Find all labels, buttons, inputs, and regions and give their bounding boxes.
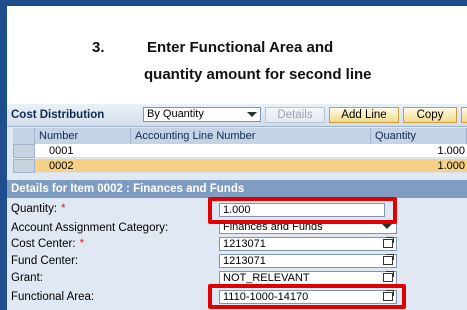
distribution-select-value: By Quantity [147, 108, 204, 120]
details-button[interactable]: Details [265, 107, 325, 123]
quantity-highlight [208, 197, 397, 224]
more-button[interactable] [461, 107, 467, 123]
instruction-line-1: Enter Functional Area and [147, 39, 334, 56]
grant-input[interactable]: NOT_RELEVANT [219, 271, 397, 285]
step-number: 3. [92, 39, 105, 56]
quantity-label: Quantity: * [11, 203, 66, 215]
required-marker: * [61, 203, 66, 215]
cell-number: 0002 [49, 160, 74, 172]
fund-center-input[interactable]: 1213071 [219, 254, 397, 268]
cell-quantity: 1.000 [437, 160, 465, 172]
column-header-quantity[interactable]: Quantity [371, 128, 467, 144]
column-header-accounting-line[interactable]: Accounting Line Number [131, 128, 371, 144]
fund-center-label: Fund Center: [11, 255, 79, 267]
functional-area-highlight [208, 284, 406, 309]
copy-button[interactable]: Copy [403, 107, 457, 123]
section-title: Cost Distribution [11, 109, 105, 121]
sap-cost-distribution-panel: Cost Distribution By Quantity Details Ad… [7, 104, 467, 310]
cost-center-input[interactable]: 1213071 [219, 237, 397, 251]
functional-area-label: Functional Area: [11, 291, 95, 303]
chevron-down-icon [247, 112, 257, 117]
value-help-icon[interactable] [383, 254, 394, 265]
account-assignment-category-label: Account Assignment Category: [11, 222, 169, 234]
value-help-icon[interactable] [383, 271, 394, 282]
row-selector[interactable] [13, 159, 35, 173]
chevron-down-icon [382, 224, 392, 229]
cell-quantity: 1.000 [437, 145, 465, 157]
row-selector[interactable] [13, 144, 35, 158]
cost-distribution-toolbar: Cost Distribution By Quantity Details Ad… [7, 104, 467, 127]
cell-number: 0001 [49, 145, 74, 157]
table-row-selected[interactable]: 0002 1.000 [35, 159, 467, 173]
value-help-icon[interactable] [383, 237, 394, 248]
instruction-line-2: quantity amount for second line [144, 66, 372, 83]
required-marker: * [79, 238, 85, 250]
table-row[interactable]: 0001 1.000 [35, 144, 467, 158]
instruction-panel: 3. Enter Functional Area and quantity am… [7, 6, 467, 104]
distribution-select[interactable]: By Quantity [143, 107, 261, 122]
details-header: Details for Item 0002 : Finances and Fun… [7, 180, 467, 198]
grant-label: Grant: [11, 272, 43, 284]
cost-center-label: Cost Center: * [11, 238, 85, 250]
grid-select-all[interactable] [13, 128, 35, 144]
add-line-button[interactable]: Add Line [329, 107, 399, 123]
column-header-number[interactable]: Number [35, 128, 131, 144]
